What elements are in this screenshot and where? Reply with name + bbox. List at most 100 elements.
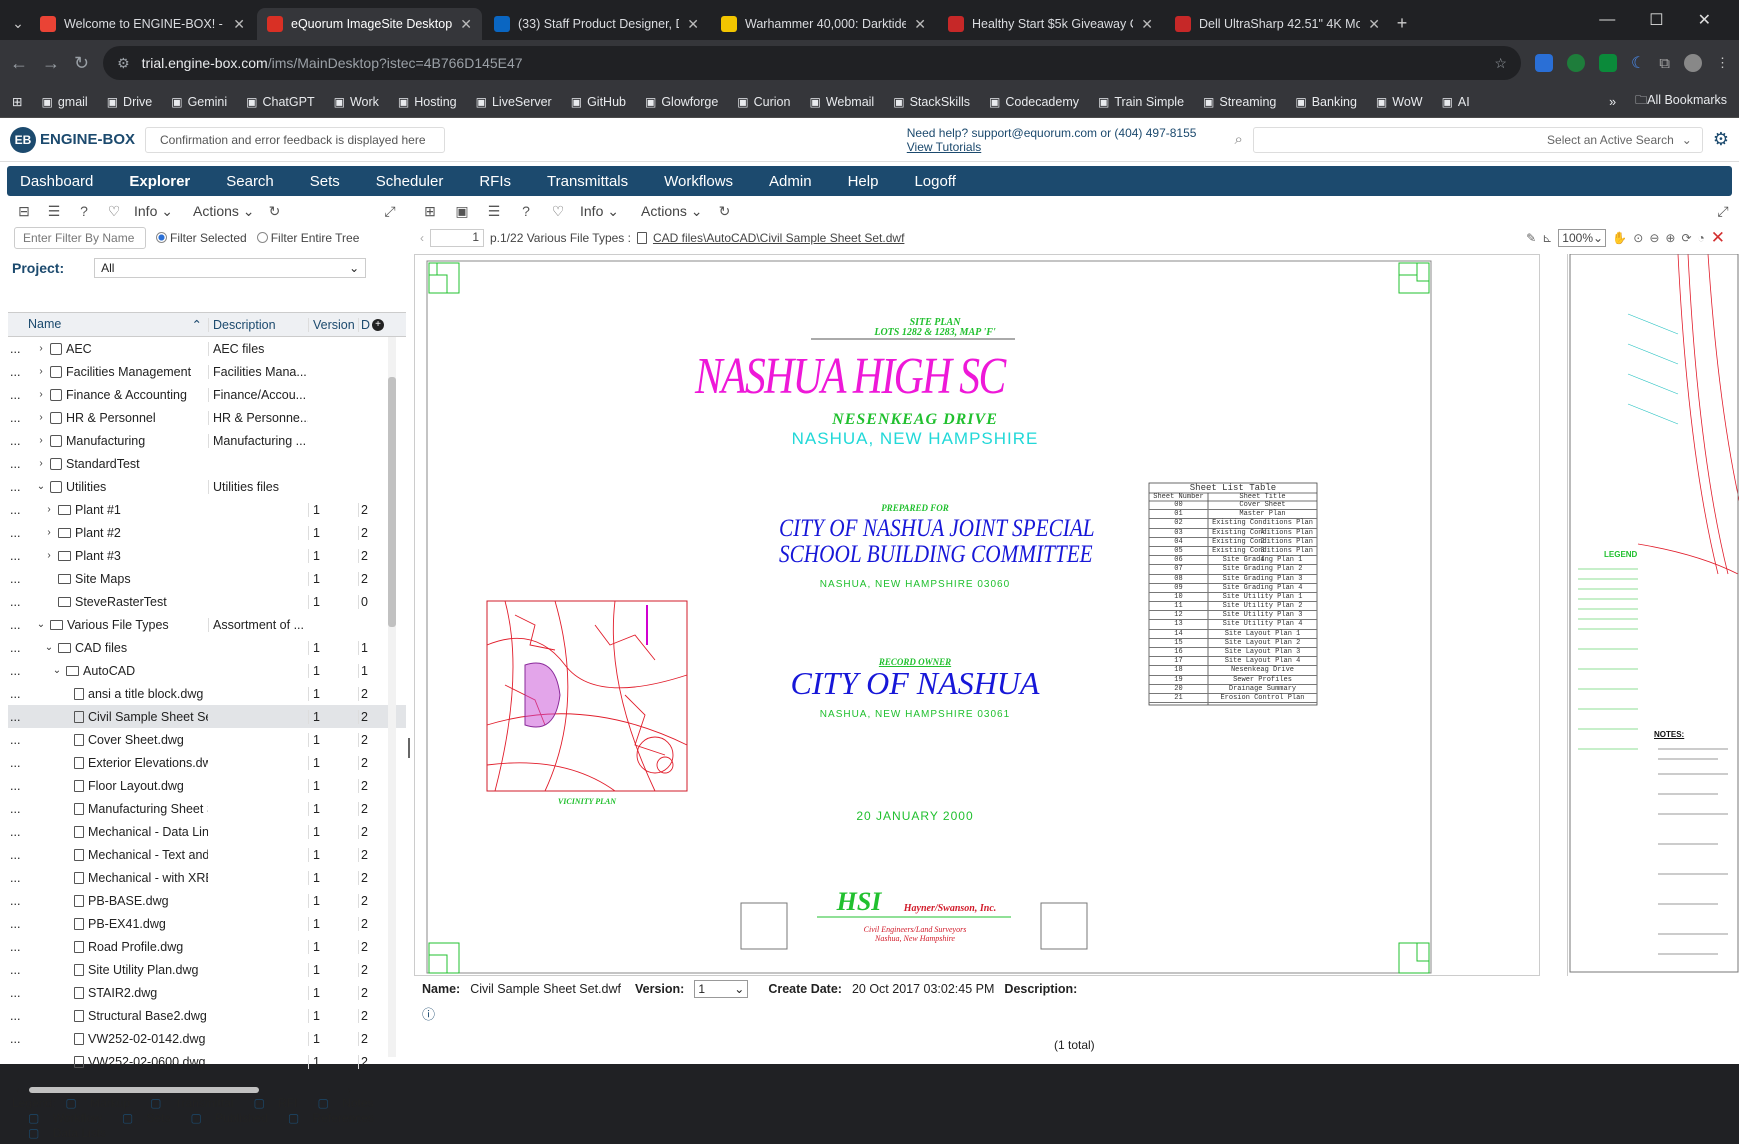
tree-row[interactable]: ... › Plant #1 1 2 (8, 498, 406, 521)
row-menu[interactable]: ... (8, 411, 28, 425)
row-menu[interactable]: ... (8, 618, 28, 632)
menu-item-workflows[interactable]: Workflows (664, 173, 733, 190)
star-icon[interactable]: ☆ (1494, 55, 1507, 72)
menu-item-explorer[interactable]: Explorer (129, 173, 190, 190)
browser-tab[interactable]: Warhammer 40,000: Darktide - ✕ (711, 8, 936, 40)
menu-item-rfis[interactable]: RFIs (479, 173, 511, 190)
browser-tab[interactable]: Dell UltraSharp 42.51" 4K Moni ✕ (1165, 8, 1390, 40)
tree-row[interactable]: ... VW252-02-0600.dwg 1 2 (8, 1050, 406, 1073)
expand-chevron-icon[interactable]: › (36, 458, 46, 469)
row-menu[interactable]: ... (8, 1032, 28, 1046)
bookmark-item[interactable]: ▣ WoW (1376, 95, 1423, 109)
favorite-icon[interactable]: ♡ (548, 201, 568, 221)
row-menu[interactable]: ... (8, 733, 28, 747)
horizontal-scrollbar[interactable]: ‹ › (16, 1085, 351, 1095)
browser-tab[interactable]: eQuorum ImageSite Desktop ✕ (257, 8, 482, 40)
row-menu[interactable]: ... (8, 940, 28, 954)
settings-gear-icon[interactable]: ⚙ (1713, 129, 1729, 150)
menu-item-transmittals[interactable]: Transmittals (547, 173, 628, 190)
expand-chevron-icon[interactable]: ⌄ (36, 619, 46, 630)
view-tutorials-link[interactable]: View Tutorials (907, 140, 981, 154)
tree-row[interactable]: ... Mechanical - with XRE... 12 (8, 866, 406, 889)
row-menu[interactable]: ... (8, 457, 28, 471)
tree-row[interactable]: ... Exterior Elevations.dwg 1 2 (8, 751, 406, 774)
list-view-icon[interactable]: ☰ (44, 201, 64, 221)
tree-row[interactable]: ... Manufacturing Sheet S... 12 (8, 797, 406, 820)
version-select[interactable]: 1 ⌄ (694, 980, 749, 998)
measure-icon[interactable]: ⊾ (1542, 231, 1552, 245)
fit-icon[interactable]: ◔ (1698, 231, 1705, 245)
row-menu[interactable]: ... (8, 503, 28, 517)
close-window-icon[interactable]: ✕ (1698, 10, 1711, 30)
row-menu[interactable]: ... (8, 710, 28, 724)
project-select[interactable]: All ⌄ (94, 258, 367, 278)
zoom-out-icon[interactable]: ⊖ (1649, 231, 1659, 245)
info-circle-icon[interactable]: ⓘ (422, 1004, 435, 1023)
new-tab-icon[interactable]: + (1392, 13, 1412, 33)
extension-icon[interactable] (1534, 54, 1553, 72)
tree-row[interactable]: ... Site Maps 1 2 (8, 567, 406, 590)
refresh-icon[interactable]: ↻ (715, 201, 735, 221)
tree-row[interactable]: ... Structural Base2.dwg 1 2 (8, 1004, 406, 1027)
close-viewer-icon[interactable]: ✕ (1711, 228, 1725, 248)
tree-row[interactable]: ... SteveRasterTest 1 0 (8, 590, 406, 613)
tab-search-icon[interactable]: ⌄ (8, 13, 28, 33)
expand-chevron-icon[interactable]: › (36, 435, 46, 446)
extension-icon[interactable] (1566, 54, 1585, 72)
all-bookmarks[interactable]: 🗀All Bookmarks (1635, 91, 1727, 112)
expand-icon[interactable]: ⤢ (380, 201, 400, 221)
expand-chevron-icon[interactable]: › (44, 527, 54, 538)
zoom-in-icon[interactable]: ⊕ (1665, 231, 1675, 245)
pan-hand-icon[interactable]: ✋ (1612, 231, 1627, 245)
tree-row[interactable]: ... Mechanical - Data Link... 12 (8, 820, 406, 843)
expand-chevron-icon[interactable]: ⌄ (44, 642, 54, 653)
row-menu[interactable]: ... (8, 779, 28, 793)
row-menu[interactable]: ... (8, 802, 28, 816)
tab-close-icon[interactable]: ✕ (233, 16, 245, 33)
extension-icon[interactable] (1598, 54, 1617, 72)
bookmark-item[interactable]: ▣ Curion (737, 95, 790, 109)
markup-icon[interactable]: ✎ (1526, 231, 1536, 245)
tree-view-icon[interactable]: ⊟ (14, 201, 34, 221)
tree-row[interactable]: ... PB-BASE.dwg 1 2 (8, 889, 406, 912)
tree-row[interactable]: ... ⌄ Various File Types Assortment of ... (8, 613, 406, 636)
apps-icon[interactable]: ⊞ (12, 94, 22, 109)
row-menu[interactable]: ... (8, 641, 28, 655)
tree-row[interactable]: ... Civil Sample Sheet Set.... 12 (8, 705, 406, 728)
drawing-canvas[interactable]: SITE PLAN LOTS 1282 & 1283, MAP 'F' NASH… (414, 254, 1540, 976)
viewer-info-menu[interactable]: Info ⌄ (580, 203, 619, 220)
expand-chevron-icon[interactable]: › (36, 389, 46, 400)
row-menu[interactable]: ... (8, 342, 28, 356)
bookmark-item[interactable]: ▣ GitHub (571, 95, 626, 109)
tab-close-icon[interactable]: ✕ (1368, 16, 1380, 33)
active-search-select[interactable]: Select an Active Search ⌄ (1252, 126, 1703, 153)
col-name[interactable]: Name ⌃ (28, 317, 208, 332)
bookmark-item[interactable]: ▣ LiveServer (476, 95, 552, 109)
row-menu[interactable]: ... (8, 825, 28, 839)
row-menu[interactable]: ... (8, 1009, 28, 1023)
row-menu[interactable]: ... (8, 595, 28, 609)
expand-chevron-icon[interactable]: › (36, 366, 46, 377)
col-version[interactable]: Version (308, 317, 358, 332)
row-menu[interactable]: ... (8, 986, 28, 1000)
menu-item-admin[interactable]: Admin (769, 173, 812, 190)
expand-chevron-icon[interactable]: › (36, 343, 46, 354)
prev-page-icon[interactable]: ‹ (420, 231, 424, 245)
browser-tab[interactable]: (33) Staff Product Designer, Des ✕ (484, 8, 709, 40)
tree-row[interactable]: ... Site Utility Plan.dwg 1 2 (8, 958, 406, 981)
row-menu[interactable]: ... (8, 480, 28, 494)
bookmark-item[interactable]: ▣ AI (1442, 95, 1470, 109)
tab-close-icon[interactable]: ✕ (687, 16, 699, 33)
bookmark-item[interactable]: ▣ ChatGPT (246, 95, 314, 109)
vertical-scrollbar[interactable] (388, 337, 396, 1057)
search-icon[interactable]: ⌕ (1234, 131, 1242, 148)
tree-row[interactable]: ... › Facilities Management Facilities Mana… (8, 360, 406, 383)
tree-row[interactable]: ... Floor Layout.dwg 1 2 (8, 774, 406, 797)
maximize-icon[interactable]: ☐ (1649, 10, 1663, 30)
row-menu[interactable]: ... (8, 572, 28, 586)
tree-row[interactable]: ... Mechanical - Text and T... 12 (8, 843, 406, 866)
row-menu[interactable]: ... (8, 756, 28, 770)
zoom-window-icon[interactable]: ⊙ (1633, 231, 1643, 245)
filter-selected-radio[interactable]: Filter Selected (156, 231, 247, 245)
expand-chevron-icon[interactable]: ⌄ (36, 481, 46, 492)
